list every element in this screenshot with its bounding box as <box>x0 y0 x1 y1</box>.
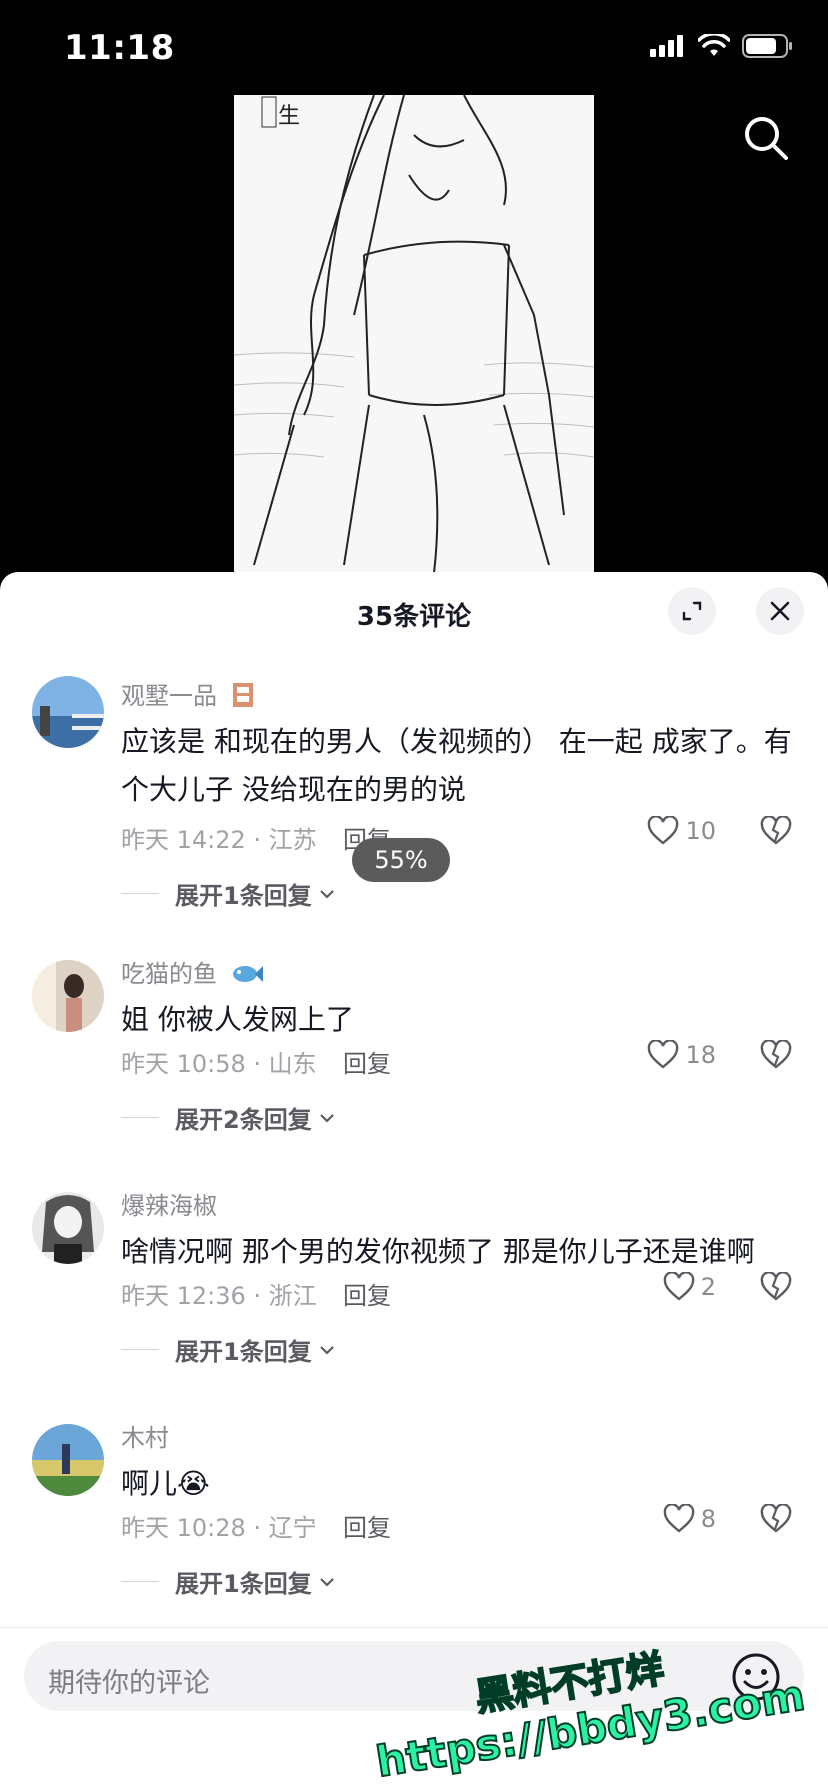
comment-text: 应该是 和现在的男人（发视频的） 在一起 成家了。有个大儿子 没给现在的男的说 <box>121 725 792 806</box>
video-overlay-text: 生 <box>278 104 300 129</box>
like-count: 10 <box>685 817 716 845</box>
comment-item: 爆辣海椒 啥情况啊 那个男的发你视频了 那是你儿子还是谁啊 昨天 12:36 ·… <box>0 1186 828 1386</box>
comment-item: 木村 啊儿😭 昨天 10:28 · 辽宁 回复 8 展开1条回复 <box>0 1418 828 1618</box>
avatar[interactable] <box>32 1424 104 1496</box>
expand-replies[interactable]: 展开2条回复 <box>121 1100 336 1135</box>
close-button[interactable] <box>756 587 804 635</box>
close-icon <box>770 601 790 621</box>
avatar[interactable] <box>32 960 104 1032</box>
comment-input-placeholder: 期待你的评论 <box>48 1668 210 1699</box>
like-count: 8 <box>700 1505 716 1533</box>
like-button[interactable]: 18 <box>647 1040 716 1070</box>
comment-meta: 昨天 10:28 · 辽宁 <box>121 1514 317 1542</box>
watermark: 黑料不打烊 https://bbdy3.com <box>364 1610 814 1787</box>
reply-button[interactable]: 回复 <box>343 1508 391 1543</box>
status-icons <box>650 34 794 58</box>
fish-icon <box>232 966 263 982</box>
like-count: 2 <box>700 1273 716 1301</box>
heart-icon <box>663 1504 695 1533</box>
battery-icon <box>742 34 792 58</box>
cellular-signal-icon <box>650 35 683 57</box>
wifi-icon <box>698 34 730 56</box>
expand-replies[interactable]: 展开1条回复 <box>121 876 336 911</box>
comment-text: 啊儿😭 <box>121 1467 210 1500</box>
expand-replies[interactable]: 展开1条回复 <box>121 1332 336 1367</box>
search-icon[interactable] <box>740 112 792 164</box>
like-count: 18 <box>685 1041 716 1069</box>
expand-icon <box>682 601 702 621</box>
comment-username[interactable]: 观墅一品 <box>121 676 255 711</box>
comment-username[interactable]: 吃猫的鱼 <box>121 954 263 989</box>
comment-meta: 昨天 14:22 · 江苏 <box>121 826 317 854</box>
comment-item: 吃猫的鱼 姐 你被人发网上了 昨天 10:58 · 山东 回复 18 展开2条回… <box>0 954 828 1154</box>
avatar[interactable] <box>32 676 104 748</box>
dislike-icon[interactable] <box>760 816 792 846</box>
dislike-icon[interactable] <box>760 1504 792 1534</box>
like-button[interactable]: 10 <box>647 816 716 846</box>
comment-text: 姐 你被人发网上了 <box>121 1003 354 1036</box>
expand-replies[interactable]: 展开1条回复 <box>121 1564 336 1599</box>
status-time: 11:18 <box>64 28 175 68</box>
status-bar: 11:18 <box>0 0 828 96</box>
chevron-down-icon <box>319 1345 334 1355</box>
reply-button[interactable]: 回复 <box>343 1044 391 1079</box>
like-button[interactable]: 2 <box>663 1272 716 1302</box>
building-icon <box>232 683 253 707</box>
sketch-portrait-image: 生 <box>234 95 594 573</box>
heart-icon <box>648 816 679 845</box>
chevron-down-icon <box>319 889 334 899</box>
like-button[interactable]: 8 <box>663 1504 716 1534</box>
reply-button[interactable]: 回复 <box>343 1276 391 1311</box>
avatar[interactable] <box>32 1192 104 1264</box>
comment-username[interactable]: 木村 <box>121 1418 169 1453</box>
dislike-icon[interactable] <box>760 1040 792 1070</box>
comment-username[interactable]: 爆辣海椒 <box>121 1186 217 1221</box>
progress-badge: 55% <box>352 838 450 882</box>
heart-icon <box>663 1272 695 1301</box>
expand-button[interactable] <box>668 587 716 635</box>
heart-icon <box>648 1040 679 1069</box>
comment-sheet: 35条评论 观墅一品 应该是 和现在的男人（发视频的） 在一起 成家了。有个大儿… <box>0 572 828 1792</box>
comment-meta: 昨天 10:58 · 山东 <box>121 1050 317 1078</box>
chevron-down-icon <box>319 1577 334 1587</box>
dislike-icon[interactable] <box>760 1272 792 1302</box>
comment-text: 啥情况啊 那个男的发你视频了 那是你儿子还是谁啊 <box>121 1235 755 1268</box>
video-frame[interactable]: 生 <box>234 95 594 573</box>
comment-meta: 昨天 12:36 · 浙江 <box>121 1282 317 1310</box>
chevron-down-icon <box>319 1113 334 1123</box>
